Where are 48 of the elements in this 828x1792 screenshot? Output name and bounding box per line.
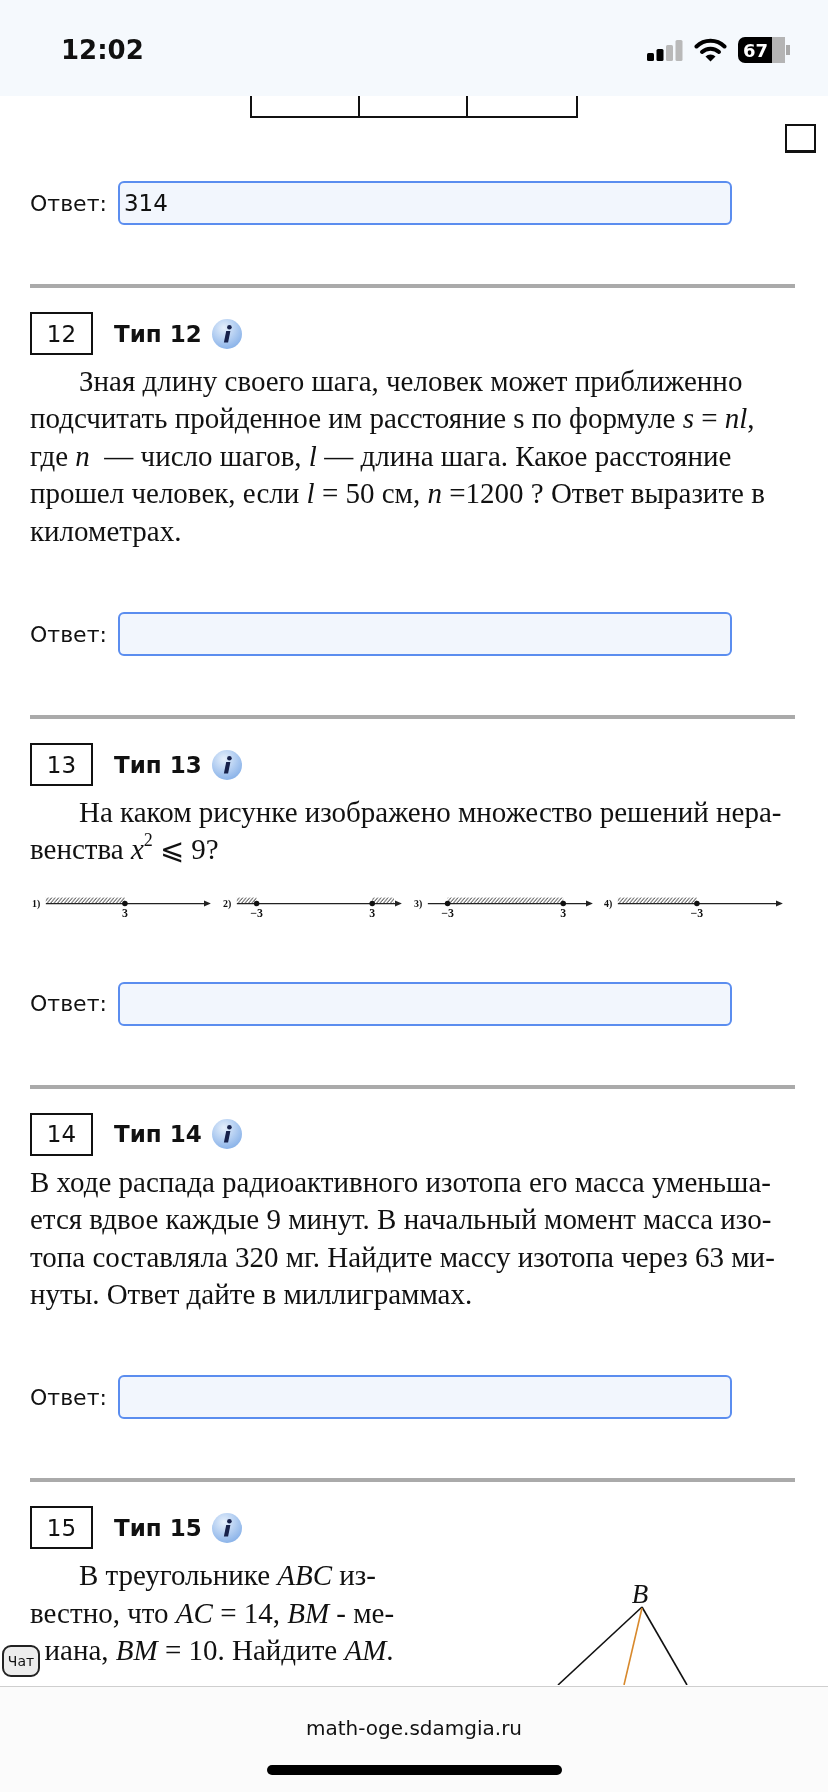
point-dot-icon — [559, 900, 566, 907]
problem-type: Тип 15 — [114, 1514, 202, 1541]
signal-icon — [647, 39, 683, 61]
point-label: 3 — [559, 905, 566, 920]
answer-field[interactable] — [117, 981, 732, 1026]
problem-number: 12 — [30, 312, 93, 355]
info-icon[interactable] — [211, 1512, 242, 1543]
point-label: −3 — [440, 905, 454, 920]
point-label: −3 — [690, 905, 704, 920]
vertex-label: B — [631, 1579, 649, 1610]
option-label: 4) — [604, 897, 613, 909]
info-icon[interactable] — [211, 1119, 242, 1150]
info-icon[interactable] — [211, 318, 242, 349]
answer-field[interactable]: 314 — [117, 181, 732, 225]
answer-label: Ответ: — [30, 621, 107, 647]
answer-label: Ответ: — [30, 991, 107, 1017]
point-label: −3 — [250, 905, 263, 920]
problem-type: Тип 13 — [114, 751, 202, 778]
problem-number: 13 — [30, 743, 93, 787]
status-time: 12:02 — [61, 35, 144, 65]
problem-type: Тип 12 — [114, 320, 202, 347]
answer-label: Ответ: — [30, 1384, 107, 1410]
answer-field[interactable] — [117, 1375, 732, 1420]
point-dot-icon — [444, 900, 450, 907]
answer-field[interactable] — [117, 612, 732, 657]
point-label: 3 — [121, 905, 128, 920]
point-label: 3 — [369, 905, 375, 920]
info-icon[interactable] — [211, 749, 242, 780]
problem-number: 14 — [30, 1112, 93, 1156]
square-icon — [785, 124, 816, 153]
hatched-region — [372, 897, 394, 903]
wifi-icon — [694, 38, 727, 62]
option-label: 1) — [32, 897, 41, 909]
battery-icon: 67 — [738, 37, 790, 63]
problem-text: В ходе распада радиоактивного изотопа его масса уменьша- ется вдвое каждые 9 минут. В начальный момент масса изо- топа составляла 320 мг. Найдите массу изотопа через 63 ми- нуты. Ответ дайте в миллиграммах. — [30, 1164, 776, 1313]
problem-text: На каком рисунке изображено множество решений нера- венства x$^{2}$ ⩽ 9? — [30, 795, 783, 868]
answer-label: Ответ: — [30, 190, 107, 216]
problem-number: 15 — [30, 1506, 93, 1550]
problem-type: Тип 14 — [114, 1121, 202, 1148]
point-dot-icon — [694, 900, 700, 907]
point-dot-icon — [122, 900, 128, 907]
address-bar-url[interactable]: math-oge.sdamgia.ru — [305, 1714, 523, 1742]
option-label: 2) — [222, 897, 231, 909]
hatched-region — [236, 897, 257, 903]
point-dot-icon — [369, 900, 375, 907]
option-label: 3) — [413, 897, 422, 909]
point-dot-icon — [253, 900, 260, 907]
problem-text: Зная длину своего шага, человек может приближенно подсчитать пройденное им расстояние s по формуле s = nl, где n — число шагов, l — длина шага. Какое расстояние прошел человек, если l = 50 см, n =1200 ? Ответ выразите в километрах. — [30, 364, 766, 549]
